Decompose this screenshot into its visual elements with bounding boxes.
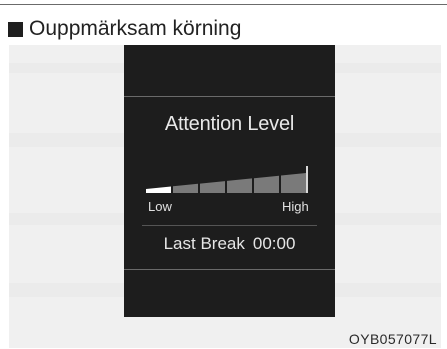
attention-level-bar-end-marker [306,166,308,193]
last-break-row: Last Break 00:00 [124,234,335,254]
figure-code: OYB057077L [348,331,437,347]
attention-level-high-label: High [282,199,309,214]
attention-level-bar [146,173,309,193]
display-divider-middle [142,225,317,226]
level-segment-inactive [200,181,225,193]
level-segment-inactive [173,183,198,193]
level-segment-inactive [254,175,279,193]
top-rule [0,4,447,5]
display-divider-bottom [124,269,335,270]
figure-panel: Attention Level Low High Last Break 00:00… [9,45,441,348]
attention-level-title: Attention Level [164,113,295,135]
attention-level-low-label: Low [148,199,172,214]
last-break-time: 00:00 [252,234,296,253]
level-segment-inactive [227,178,252,193]
level-segment-active [146,186,171,193]
level-segment-inactive [281,173,306,193]
attention-level-bar-graphic [146,173,306,193]
cluster-display: Attention Level Low High Last Break 00:00 [124,45,335,317]
section-title: Ouppmärksam körning [29,17,242,40]
display-divider-top [124,96,335,97]
section-bullet-square [8,22,23,37]
last-break-label: Last Break [163,234,245,253]
